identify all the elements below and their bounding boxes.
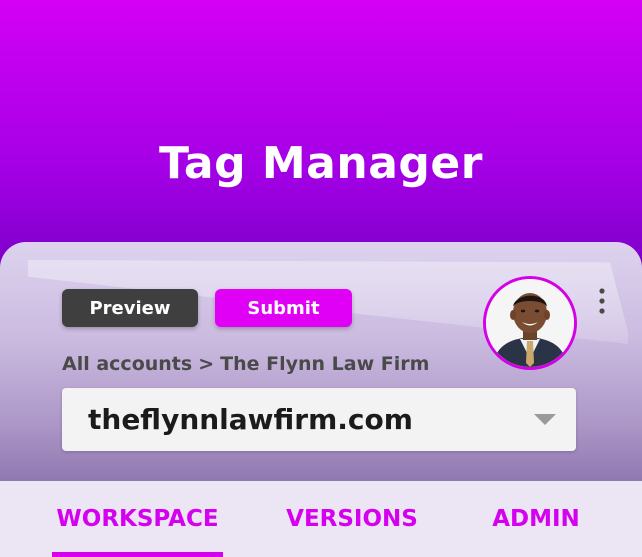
tab-versions-label: VERSIONS xyxy=(286,506,418,532)
breadcrumb-account-name[interactable]: The Flynn Law Firm xyxy=(220,353,429,375)
chevron-down-icon xyxy=(534,414,556,425)
more-vert-icon[interactable] xyxy=(592,286,612,316)
tab-workspace[interactable]: WORKSPACE xyxy=(52,481,223,557)
app-title: Tag Manager xyxy=(159,138,483,189)
tab-admin-label: ADMIN xyxy=(492,506,580,532)
preview-button[interactable]: Preview xyxy=(62,289,198,327)
breadcrumb: All accounts > The Flynn Law Firm xyxy=(62,353,429,375)
avatar-photo xyxy=(486,279,574,367)
tab-workspace-label: WORKSPACE xyxy=(56,506,219,532)
tag-manager-screen: Tag Manager Preview Submit All accounts … xyxy=(0,0,642,557)
active-tab-indicator xyxy=(52,552,223,557)
breadcrumb-all-accounts[interactable]: All accounts xyxy=(62,353,192,375)
tab-versions[interactable]: VERSIONS xyxy=(272,481,432,557)
breadcrumb-separator: > xyxy=(198,353,215,375)
container-select-value: theflynnlawfirm.com xyxy=(88,403,413,436)
tab-bar: WORKSPACE VERSIONS ADMIN xyxy=(0,481,642,557)
container-select[interactable]: theflynnlawfirm.com xyxy=(62,388,576,451)
tab-admin[interactable]: ADMIN xyxy=(478,481,594,557)
container-card: Preview Submit All accounts > The Flynn … xyxy=(0,242,642,482)
submit-button[interactable]: Submit xyxy=(215,289,352,327)
user-avatar[interactable] xyxy=(483,276,577,370)
